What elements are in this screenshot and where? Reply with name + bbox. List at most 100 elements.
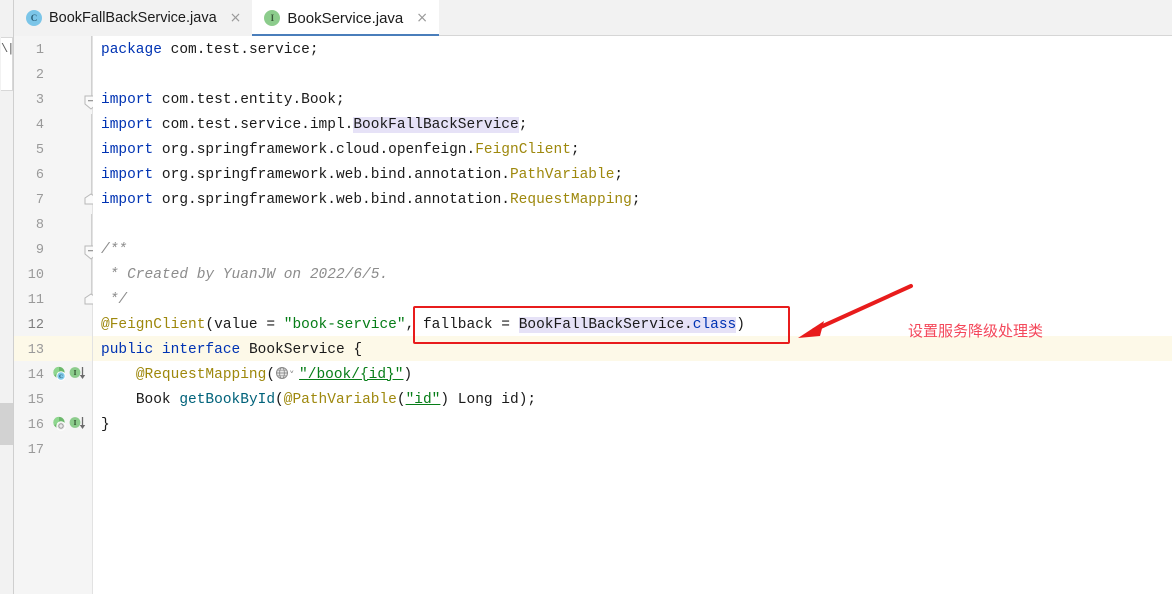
paren-open: ( [266,367,276,383]
line-number: 11 [27,293,44,308]
line-number: 7 [35,193,44,208]
tabbar-left-stub [0,0,14,36]
annotation-label: 设置服务降级处理类 [908,322,1044,340]
code-canvas[interactable]: package com.test.service; import com.tes… [93,36,1172,594]
code-line-10: * Created by YuanJW on 2022/6/5. [101,267,389,283]
string-book-service: "book-service" [283,317,406,333]
open-brace: { [344,342,363,358]
line-number: 1 [35,43,44,58]
editor-tab-bookfallbackservice[interactable]: C BookFallBackService.java × [14,0,253,36]
semicolon: ; [631,192,641,208]
line-number: 9 [35,243,44,258]
interface-override-icon[interactable]: I [69,416,86,431]
java-class-icon: C [26,10,42,26]
implemented-method-icon[interactable] [52,416,67,431]
type-bookservice: BookService [248,342,345,358]
editor-tab-bookservice[interactable]: I BookService.java × [252,0,440,36]
import-class-name: FeignClient [475,142,571,158]
code-line-9: /** [101,242,128,258]
code-line-12: @FeignClient(value = "book-service", fal… [101,313,745,338]
gutter-markers-line-15[interactable]: I [52,411,92,436]
code-line-3: import com.test.entity.Book; [101,88,345,113]
code-line-1: package com.test.service; [101,38,319,63]
paren-close: ) [403,367,413,383]
string-book-id-path[interactable]: "/book/{id}" [299,367,403,383]
keyword-package: package [101,42,162,58]
fold-guide [91,36,92,102]
import-path: org.springframework.cloud.openfeign. [161,142,476,158]
code-line-14: @RequestMapping( ˅ "/book/{id}") [101,363,412,388]
gutter-markers-line-13[interactable]: C I [52,361,92,386]
import-path: com.test.entity.Book; [161,92,345,108]
interface-override-icon[interactable]: I [69,366,86,381]
package-name: com.test.service; [170,42,319,58]
string-id[interactable]: "id" [406,392,441,408]
dot: . [684,317,693,333]
code-line-5: import org.springframework.cloud.openfei… [101,138,580,163]
editor-tab-label: BookService.java [287,9,404,27]
web-endpoint-globe-icon[interactable] [275,365,289,379]
line-number: 5 [35,143,44,158]
paren-open: ( [396,392,406,408]
annotation-requestmapping: @RequestMapping [135,367,267,383]
line-number: 2 [35,68,44,83]
keyword-public: public [101,342,154,358]
red-pointer-arrow [798,284,913,338]
import-class-name: PathVariable [509,167,615,183]
keyword-import: import [101,192,154,208]
line-number: 4 [35,118,44,133]
keyword-import: import [101,167,154,183]
svg-text:I: I [74,420,77,427]
line-number: 14 [27,368,44,383]
semicolon: ; [570,142,580,158]
keyword-import: import [101,117,154,133]
chevron-down-icon[interactable]: ˅ [289,363,299,388]
line-number: 13 [27,343,44,358]
java-interface-icon: I [264,10,281,26]
paren-close: ) [736,317,745,333]
keyword-import: import [101,92,154,108]
param-tail: ) Long id); [440,392,537,408]
editor-window: C BookFallBackService.java × I BookServi… [0,0,1172,594]
return-type-book: Book [135,392,171,408]
fallback-attr: , fallback = [405,317,519,333]
code-line-15: Book getBookById(@PathVariable("id") Lon… [101,388,536,413]
import-class-name-highlighted: BookFallBackService [353,117,519,133]
keyword-import: import [101,142,154,158]
code-line-13: public interface BookService { [101,338,362,363]
editor-gutter[interactable]: 1 2 3 4 5 6 7 8 9 10 11 12 13 14 15 16 1… [14,36,98,594]
semicolon: ; [518,117,528,133]
keyword-interface: interface [161,342,241,358]
fold-guide [91,114,92,204]
import-path: org.springframework.web.bind.annotation. [161,167,510,183]
method-getbookbyid: getBookById [179,392,276,408]
import-path: org.springframework.web.bind.annotation. [161,192,510,208]
line-number: 8 [35,218,44,233]
annotation-pathvariable: @PathVariable [283,392,397,408]
close-icon[interactable]: × [228,9,244,27]
keyword-class: class [692,317,737,333]
line-number: 10 [27,268,44,283]
editor-area: \| 1 2 3 4 5 6 7 8 9 10 11 12 13 14 15 1… [0,36,1172,594]
code-line-16: } [101,417,110,433]
identifier-bookfallbackservice: BookFallBackService [518,317,685,333]
line-number: 3 [35,93,44,108]
paren-and-attr: (value = [205,317,284,333]
editor-tab-label: BookFallBackService.java [49,10,217,26]
line-number-current: 12 [27,318,44,333]
line-number: 16 [27,418,44,433]
svg-text:I: I [74,370,77,377]
implemented-method-icon[interactable]: C [52,366,67,381]
close-icon[interactable]: × [414,9,430,27]
paren-open: ( [275,392,284,408]
